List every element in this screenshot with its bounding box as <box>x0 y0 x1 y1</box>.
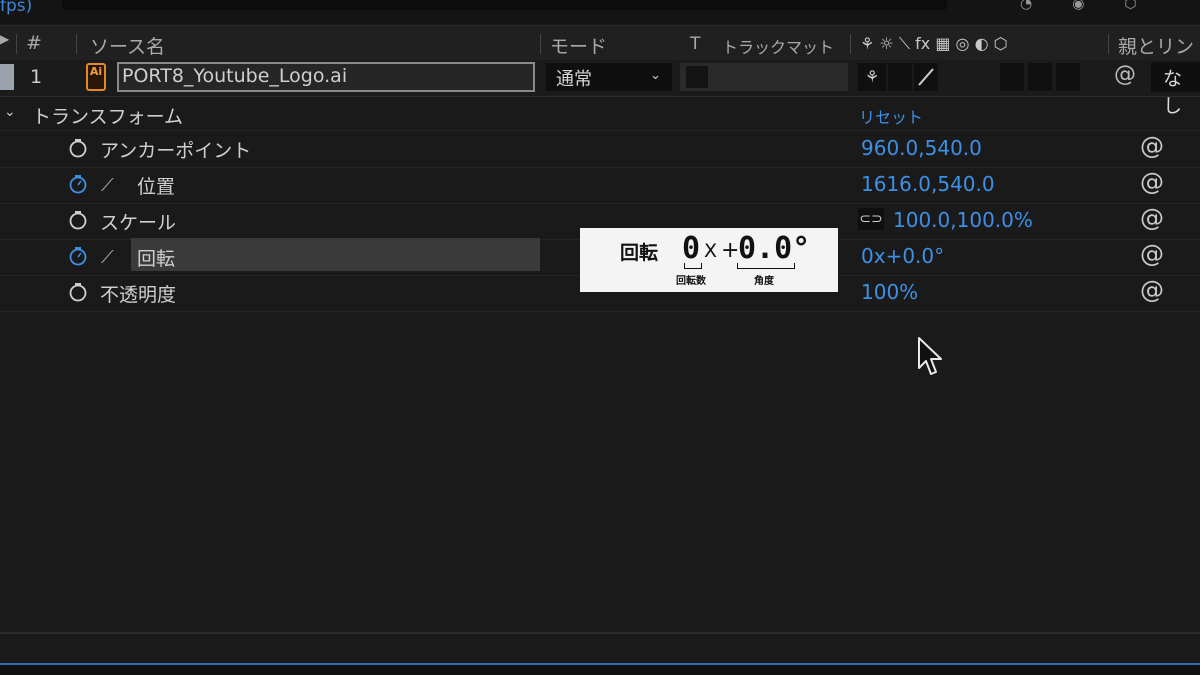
pick-whip-icon[interactable]: @ <box>1114 62 1136 87</box>
stopwatch-active-icon[interactable] <box>68 174 88 194</box>
property-label: 不透明度 <box>100 284 177 306</box>
property-label: 位置 <box>137 176 176 198</box>
layer-number: 1 <box>30 66 43 88</box>
layer-row[interactable]: 1 Ai PORT8_Youtube_Logo.ai 通常 ⌄ ⚘ @ なし <box>0 60 1200 117</box>
property-label: スケール <box>100 212 177 234</box>
column-separator[interactable] <box>76 34 77 54</box>
layer-name-field[interactable]: PORT8_Youtube_Logo.ai <box>117 62 535 92</box>
quality-switch-icon[interactable] <box>914 63 938 91</box>
tooltip-bracket <box>684 263 702 269</box>
property-row-position: ⟋ 位置 1616.0,540.0 @ <box>0 167 1200 204</box>
graph-icon[interactable]: ⟋ <box>101 247 114 268</box>
rotation-explanation-tooltip: 回転 0 X + 0.0° 回転数 角度 <box>580 228 838 292</box>
graph-icon[interactable]: ⟋ <box>101 175 114 196</box>
column-separator[interactable] <box>1108 34 1109 54</box>
stopwatch-icon[interactable] <box>68 138 88 158</box>
3d-layer-switch[interactable] <box>1056 63 1080 91</box>
column-t[interactable]: T <box>690 34 700 54</box>
tooltip-plus: + <box>721 238 740 263</box>
property-label: アンカーポイント <box>100 140 252 162</box>
column-separator[interactable] <box>850 34 851 54</box>
property-value[interactable]: 0x+0.0° <box>861 244 944 268</box>
tooltip-revolutions-caption: 回転数 <box>676 276 706 287</box>
slash-icon <box>918 68 934 86</box>
stopwatch-icon[interactable] <box>68 210 88 230</box>
adjustment-layer-switch[interactable] <box>1028 63 1052 91</box>
stopwatch-active-icon[interactable] <box>68 246 88 266</box>
shy-switch-icon[interactable]: ⚘ <box>858 63 886 91</box>
bottom-bar <box>0 665 1200 675</box>
reset-link[interactable]: リセット <box>859 104 923 128</box>
chevron-down-icon[interactable]: ⌄ <box>4 104 16 120</box>
constrain-proportions-link-icon[interactable]: ⊂⊃ <box>858 208 884 230</box>
stopwatch-icon[interactable] <box>68 282 88 302</box>
panel-divider <box>0 632 1200 634</box>
property-row-anchor-point: アンカーポイント 960.0,540.0 @ <box>0 130 1200 168</box>
parent-select[interactable]: なし <box>1151 62 1200 117</box>
track-matte-toggle[interactable] <box>686 66 708 88</box>
mouse-cursor-icon <box>918 337 942 375</box>
expand-arrow-icon[interactable]: ▶ <box>0 32 9 46</box>
expression-pickwhip-icon[interactable]: @ <box>1140 204 1164 232</box>
property-value[interactable]: 1616.0,540.0 <box>861 172 995 196</box>
expression-pickwhip-icon[interactable]: @ <box>1140 168 1164 196</box>
tooltip-revolutions: 0 <box>682 231 701 266</box>
tooltip-x: X <box>704 240 718 262</box>
expression-pickwhip-icon[interactable]: @ <box>1140 240 1164 268</box>
illustrator-file-icon: Ai <box>86 63 106 91</box>
column-separator[interactable] <box>16 34 17 54</box>
fps-label: fps) <box>0 0 33 16</box>
label-color-chip[interactable] <box>0 64 14 90</box>
tooltip-degrees-caption: 角度 <box>754 276 774 287</box>
transform-group-label[interactable]: トランスフォーム <box>32 102 183 129</box>
column-number[interactable]: # <box>26 32 42 54</box>
column-source-name[interactable]: ソース名 <box>90 32 165 59</box>
switches-icons[interactable]: ⚘ ☼ ⟍ fx ▦ ◎ ◐ ⬡ <box>860 34 1008 54</box>
property-value[interactable]: 960.0,540.0 <box>861 136 982 160</box>
tooltip-degrees: 0.0° <box>738 231 811 266</box>
chevron-down-icon[interactable]: ⌄ <box>650 68 661 83</box>
expression-pickwhip-icon[interactable]: @ <box>1140 276 1164 304</box>
column-track-matte[interactable]: トラックマット <box>722 34 834 58</box>
collapse-switch[interactable] <box>888 63 912 91</box>
property-value[interactable]: 100% <box>861 280 918 304</box>
top-search-field[interactable] <box>62 0 947 10</box>
property-label: 回転 <box>137 248 176 270</box>
column-mode[interactable]: モード <box>550 32 607 59</box>
tooltip-bracket <box>737 263 795 269</box>
top-toolbar-icons[interactable]: ◔◉⬡ <box>1020 0 1177 12</box>
expression-pickwhip-icon[interactable]: @ <box>1140 132 1164 160</box>
column-parent[interactable]: 親とリン <box>1118 32 1194 59</box>
motion-blur-switch[interactable] <box>1000 63 1024 91</box>
property-value[interactable]: 100.0,100.0% <box>893 208 1033 232</box>
column-separator[interactable] <box>540 34 541 54</box>
column-header: ▶ # ソース名 モード T トラックマット ⚘ ☼ ⟍ fx ▦ ◎ ◐ ⬡ … <box>0 25 1200 61</box>
tooltip-title: 回転 <box>620 242 659 264</box>
